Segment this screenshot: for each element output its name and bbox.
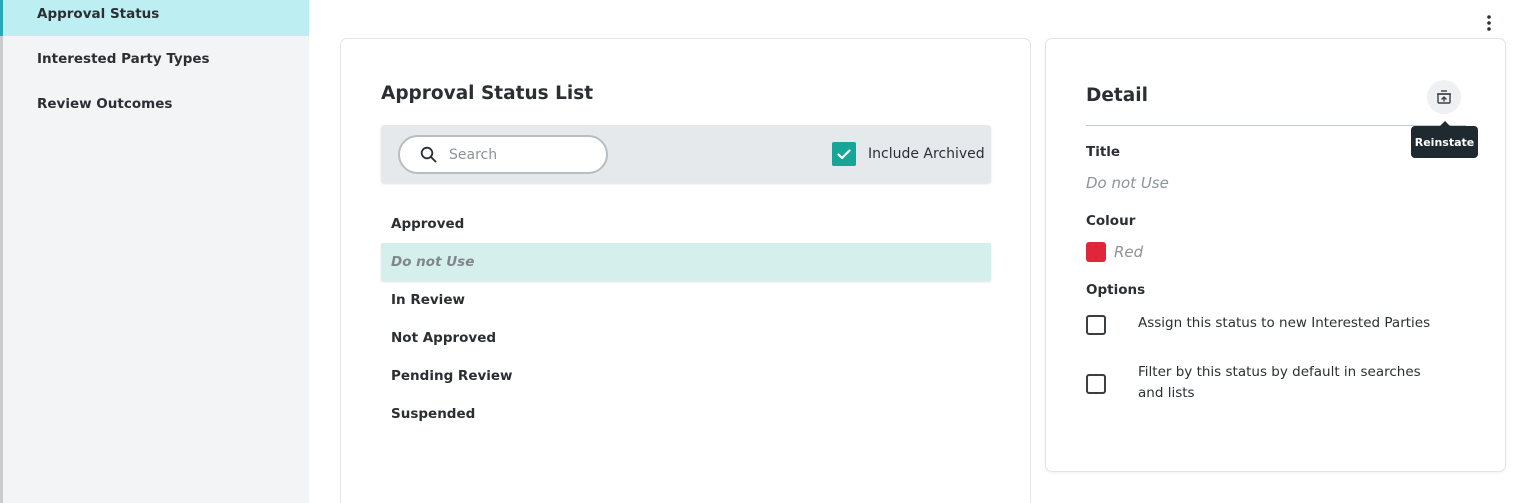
assign-new-parties-checkbox[interactable] bbox=[1086, 315, 1106, 335]
list-item-label: Not Approved bbox=[391, 330, 497, 346]
title-value: Do not Use bbox=[1086, 174, 1169, 192]
list-item-label: Pending Review bbox=[391, 368, 513, 384]
detail-panel: Detail Reinstate Title Do not Use Colour… bbox=[1045, 38, 1506, 472]
list-toolbar: Include Archived bbox=[381, 125, 991, 183]
include-archived-toggle[interactable]: Include Archived bbox=[832, 142, 985, 166]
sidebar: Approval Status Interested Party Types R… bbox=[0, 0, 309, 503]
search-input[interactable] bbox=[449, 146, 589, 163]
sidebar-item-label: Review Outcomes bbox=[37, 95, 173, 112]
reinstate-icon bbox=[1437, 90, 1451, 104]
filter-default-checkbox[interactable] bbox=[1086, 374, 1106, 394]
search-box[interactable] bbox=[398, 135, 608, 174]
colour-label: Colour bbox=[1086, 213, 1136, 229]
more-vertical-icon bbox=[1487, 15, 1491, 31]
reinstate-button[interactable] bbox=[1427, 80, 1461, 114]
list-item-label: Approved bbox=[391, 216, 465, 232]
list-item[interactable]: In Review bbox=[381, 281, 991, 319]
list-item-label: Suspended bbox=[391, 406, 476, 422]
assign-new-parties-label: Assign this status to new Interested Par… bbox=[1138, 315, 1431, 331]
checkmark-icon bbox=[837, 148, 851, 159]
sidebar-item-label: Interested Party Types bbox=[37, 50, 210, 67]
reinstate-tooltip: Reinstate bbox=[1411, 121, 1478, 158]
sidebar-item-interested-party-types[interactable]: Interested Party Types bbox=[3, 36, 309, 81]
title-label: Title bbox=[1086, 144, 1121, 160]
include-archived-checkbox[interactable] bbox=[832, 142, 856, 166]
list-item[interactable]: Not Approved bbox=[381, 319, 991, 357]
list-item[interactable]: Suspended bbox=[381, 395, 991, 433]
more-options-button[interactable] bbox=[1478, 12, 1500, 34]
colour-swatch bbox=[1086, 242, 1106, 262]
list-item[interactable]: Pending Review bbox=[381, 357, 991, 395]
search-icon bbox=[420, 146, 437, 163]
sidebar-item-label: Approval Status bbox=[37, 6, 160, 22]
list-title: Approval Status List bbox=[381, 83, 594, 104]
status-list: Approved Do not Use In Review Not Approv… bbox=[381, 205, 991, 433]
list-item-selected[interactable]: Do not Use bbox=[381, 243, 991, 281]
list-item[interactable]: Approved bbox=[381, 205, 991, 243]
include-archived-label: Include Archived bbox=[868, 146, 985, 162]
detail-divider bbox=[1086, 125, 1466, 126]
filter-default-label: Filter by this status by default in sear… bbox=[1138, 364, 1421, 401]
sidebar-item-approval-status[interactable]: Approval Status bbox=[0, 0, 309, 36]
detail-title: Detail bbox=[1086, 85, 1148, 106]
colour-value: Red bbox=[1114, 243, 1144, 261]
approval-status-list-panel: Approval Status List Include Archived Ap… bbox=[340, 38, 1031, 503]
sidebar-item-review-outcomes[interactable]: Review Outcomes bbox=[3, 81, 309, 126]
list-item-label: In Review bbox=[391, 292, 465, 308]
list-item-label: Do not Use bbox=[391, 254, 475, 270]
options-label: Options bbox=[1086, 282, 1146, 298]
